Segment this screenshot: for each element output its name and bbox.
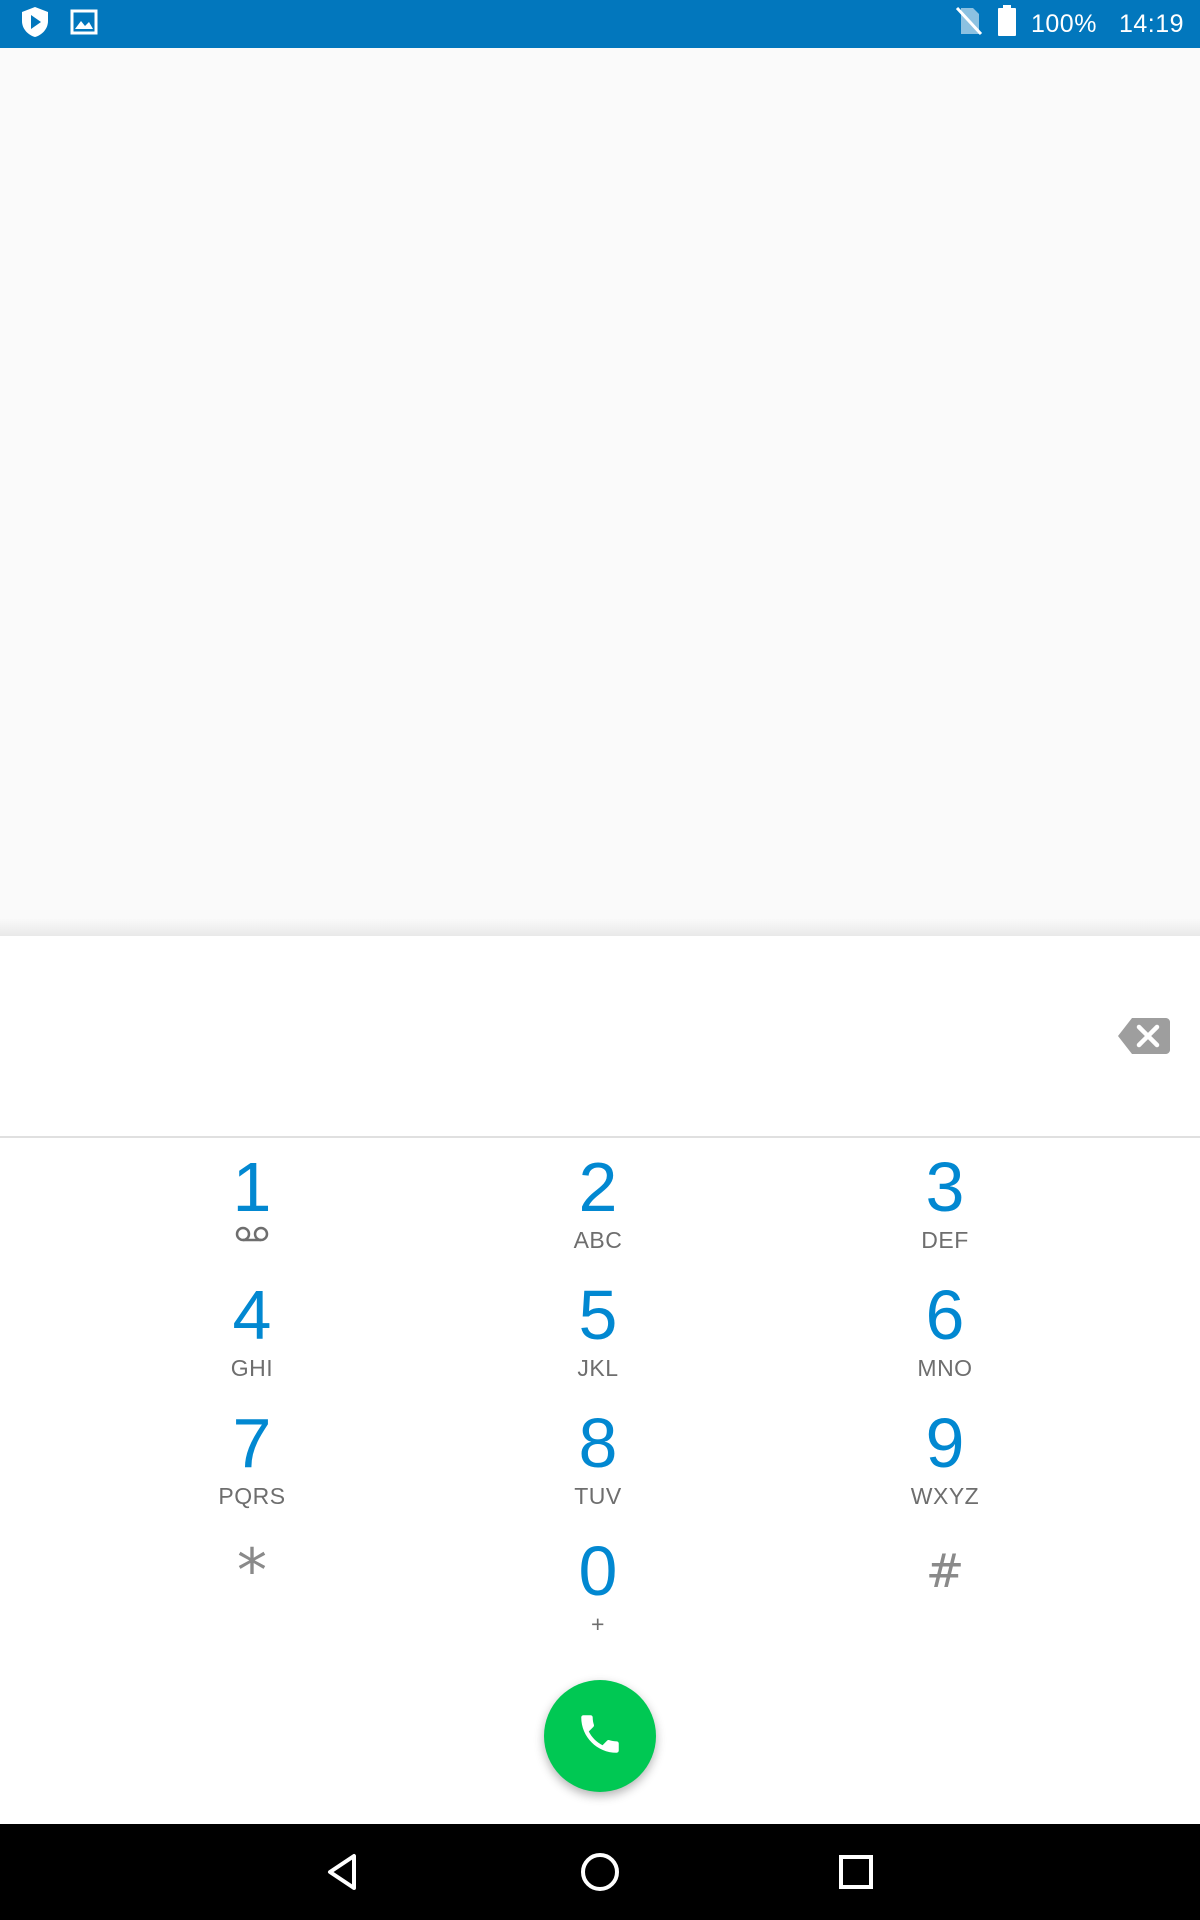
call-button[interactable]	[544, 1680, 656, 1792]
key-letters: +	[591, 1611, 605, 1637]
key-digit: 2	[578, 1148, 618, 1226]
key-star[interactable]: *	[132, 1532, 372, 1656]
key-digit: 8	[578, 1404, 618, 1482]
key-8[interactable]: 8 TUV	[478, 1404, 718, 1528]
backspace-button[interactable]	[1118, 1018, 1170, 1054]
phone-number-input[interactable]	[40, 996, 1104, 1078]
key-letters: DEF	[921, 1227, 969, 1253]
phone-icon	[575, 1709, 625, 1764]
key-symbol: #	[925, 1544, 965, 1598]
system-status: 100% 14:19	[955, 0, 1184, 48]
key-pound[interactable]: #	[825, 1532, 1065, 1656]
clock: 14:19	[1118, 9, 1184, 38]
battery-icon	[997, 4, 1017, 44]
key-digit: 3	[925, 1148, 965, 1226]
status-bar: 100% 14:19	[0, 0, 1200, 48]
key-2[interactable]: 2 ABC	[478, 1148, 718, 1272]
key-digit: 4	[232, 1276, 272, 1354]
key-digit: 1	[232, 1148, 272, 1226]
key-6[interactable]: 6 MNO	[825, 1276, 1065, 1400]
key-digit: 9	[925, 1404, 965, 1482]
notification-icons	[20, 6, 98, 43]
key-letters: JKL	[577, 1355, 619, 1381]
key-7[interactable]: 7 PQRS	[132, 1404, 372, 1528]
voicemail-icon	[132, 1226, 372, 1254]
key-9[interactable]: 9 WXYZ	[825, 1404, 1065, 1528]
no-sim-icon	[955, 6, 983, 43]
key-symbol: *	[237, 1536, 267, 1606]
key-digit: 5	[578, 1276, 618, 1354]
key-digit: 0	[578, 1532, 618, 1610]
image-icon	[70, 9, 98, 40]
key-letters: WXYZ	[910, 1483, 980, 1509]
keypad: 1 2 ABC 3 DEF 4 GHI 5 JKL 6 MNO 7 PQRS 8…	[0, 1138, 1200, 1658]
key-letters: PQRS	[218, 1483, 286, 1509]
key-5[interactable]: 5 JKL	[478, 1276, 718, 1400]
key-letters: TUV	[574, 1483, 622, 1509]
home-icon	[576, 1853, 624, 1900]
key-digit: 6	[925, 1276, 965, 1354]
battery-percentage: 100%	[1030, 9, 1097, 38]
back-icon	[320, 1854, 368, 1900]
home-button[interactable]	[576, 1848, 624, 1896]
key-letters: ABC	[573, 1227, 623, 1253]
back-button[interactable]	[320, 1848, 368, 1896]
dialer-results-area	[0, 48, 1200, 924]
recents-icon	[832, 1855, 880, 1900]
dialpad-shadow	[0, 918, 1200, 936]
key-digit: 7	[232, 1404, 272, 1482]
recents-button[interactable]	[832, 1848, 880, 1896]
key-1[interactable]: 1	[132, 1148, 372, 1272]
navigation-bar	[0, 1824, 1200, 1920]
key-0[interactable]: 0 +	[478, 1532, 718, 1656]
key-letters: GHI	[230, 1355, 274, 1381]
backspace-icon	[1118, 1018, 1170, 1058]
key-letters: MNO	[917, 1355, 973, 1381]
key-3[interactable]: 3 DEF	[825, 1148, 1065, 1272]
key-4[interactable]: 4 GHI	[132, 1276, 372, 1400]
digits-row	[0, 936, 1200, 1138]
shield-play-icon	[20, 6, 50, 43]
